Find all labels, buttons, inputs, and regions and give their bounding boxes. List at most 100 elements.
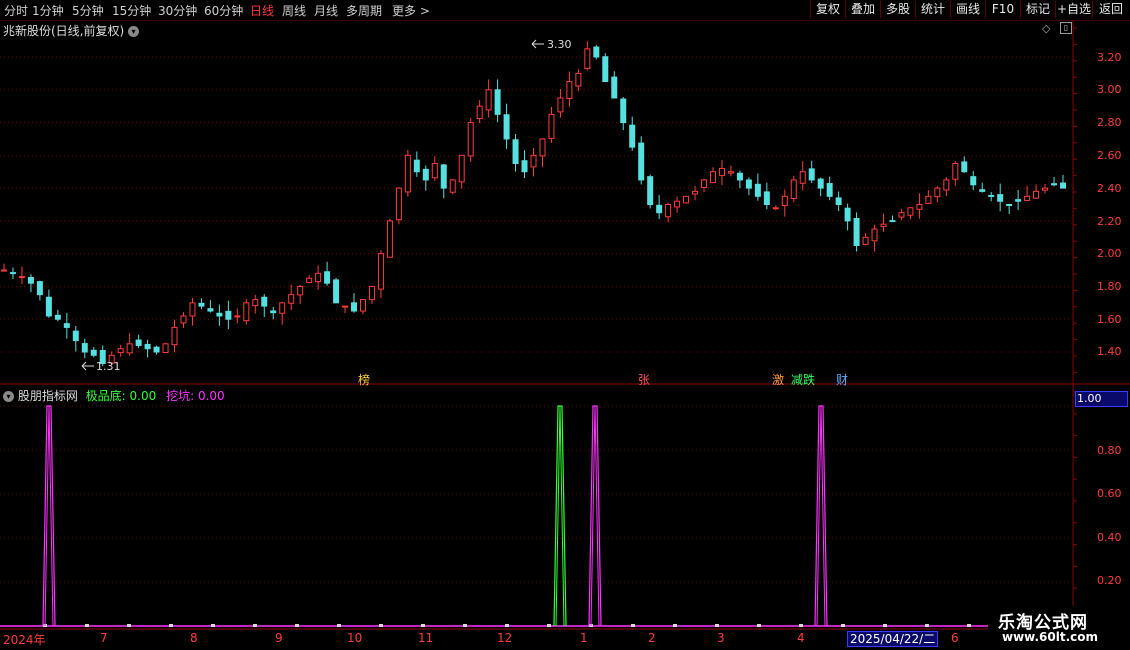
candle-body xyxy=(485,89,492,111)
candle-body xyxy=(674,200,681,208)
candle-body xyxy=(63,323,70,328)
candle-body xyxy=(270,310,277,314)
candle-body xyxy=(1024,195,1031,202)
candle-body xyxy=(602,56,609,83)
candle-body xyxy=(81,343,88,353)
candle-body xyxy=(970,176,977,186)
candle-body xyxy=(315,272,322,283)
candle-body xyxy=(1042,187,1049,191)
candle-body xyxy=(225,310,232,320)
candle-body xyxy=(781,195,788,207)
candle-body xyxy=(566,81,573,100)
candle-body xyxy=(377,253,384,290)
candle-body xyxy=(431,163,438,179)
candle-body xyxy=(952,163,959,180)
candle-body xyxy=(359,299,366,312)
x-label: 1 xyxy=(580,631,588,645)
candle-body xyxy=(476,105,483,120)
indicator-y-label: 0.60 xyxy=(1097,487,1122,500)
candle-body xyxy=(521,160,528,173)
layout-toggle-icon[interactable]: ▯ xyxy=(1060,22,1072,34)
candle-body xyxy=(413,159,420,173)
x-label: 10 xyxy=(347,631,363,645)
price-label: 2.80 xyxy=(1097,116,1122,129)
indicator-title: ▾ 股朋指标网 极品底: 0.00 挖坑: 0.00 xyxy=(3,387,225,404)
candle-body xyxy=(665,204,672,218)
low-marker-label: 1.31 xyxy=(96,360,121,373)
candle-body xyxy=(243,302,250,322)
event-tag-ji[interactable]: 激 xyxy=(772,371,784,388)
price-label: 1.80 xyxy=(1097,280,1122,293)
candle-body xyxy=(467,122,474,157)
candle-body xyxy=(324,271,331,284)
indicator-dot xyxy=(295,624,299,627)
candle-body xyxy=(234,315,241,318)
indicator-dot xyxy=(715,624,719,627)
event-tag-zhang[interactable]: 张 xyxy=(638,371,650,388)
candle-body xyxy=(745,179,752,189)
candle-body xyxy=(709,171,716,184)
high-marker xyxy=(531,39,544,49)
candle-body xyxy=(90,349,97,356)
candle-body xyxy=(333,279,340,304)
wakeng-spike xyxy=(588,405,602,627)
series2-label: 挖坑: xyxy=(166,389,195,403)
watermark: 乐淘公式网 www.60lt.com xyxy=(988,606,1130,650)
candle-body xyxy=(27,276,34,284)
candle-body xyxy=(126,343,133,354)
candle-body xyxy=(207,308,214,312)
x-label: 11 xyxy=(418,631,434,645)
x-label: 6 xyxy=(951,631,959,645)
candle-body xyxy=(799,171,806,184)
x-label: 2024年 xyxy=(3,633,46,647)
candle-body xyxy=(907,207,914,216)
candle-body xyxy=(808,168,815,181)
candle-body xyxy=(386,220,393,258)
price-label: 2.20 xyxy=(1097,215,1122,228)
candle-body xyxy=(503,114,510,140)
candle-body xyxy=(279,302,286,314)
candle-body xyxy=(934,187,941,198)
candle-body xyxy=(683,195,690,204)
candle-body xyxy=(1,269,7,272)
candle-body xyxy=(162,343,169,353)
event-tag-reduce[interactable]: 减跌 xyxy=(791,371,815,388)
candle-body xyxy=(790,179,797,200)
candle-body xyxy=(961,161,968,173)
candle-body xyxy=(1051,183,1058,186)
x-label: 2 xyxy=(648,631,656,645)
diamond-icon[interactable]: ◇ xyxy=(1042,22,1050,35)
candle-body xyxy=(835,197,842,205)
candle-body xyxy=(718,167,725,176)
candle-body xyxy=(297,285,304,296)
x-label: 4 xyxy=(797,631,805,645)
candle-body xyxy=(736,172,743,181)
candle-body xyxy=(629,124,636,148)
candle-body xyxy=(117,348,124,354)
candle-body xyxy=(512,139,519,165)
candle-body xyxy=(216,312,223,317)
candle-body xyxy=(727,171,734,174)
watermark-url: www.60lt.com xyxy=(1002,630,1099,644)
low-marker xyxy=(81,361,94,371)
candles xyxy=(1,41,1066,367)
chevron-down-icon[interactable]: ▾ xyxy=(128,26,140,37)
candle-body xyxy=(45,296,52,317)
candle-body xyxy=(9,272,16,275)
indicator-dot xyxy=(925,624,929,627)
event-tag-rank[interactable]: 榜 xyxy=(358,371,370,388)
candle-body xyxy=(171,326,178,346)
chart-canvas[interactable] xyxy=(0,0,1130,650)
chevron-down-icon[interactable]: ▾ xyxy=(3,391,14,402)
event-tag-finance[interactable]: 财 xyxy=(836,371,848,388)
indicator-dot xyxy=(421,624,425,627)
series1-value: 0.00 xyxy=(129,389,157,403)
candle-body xyxy=(701,179,708,188)
chart-title: 兆新股份(日线,前复权) ▾ xyxy=(3,22,140,39)
candle-body xyxy=(252,299,259,307)
x-label: 7 xyxy=(100,631,108,645)
x-label: 3 xyxy=(717,631,725,645)
candle-body xyxy=(261,296,268,307)
candle-body xyxy=(979,189,986,192)
candle-body xyxy=(656,204,663,214)
